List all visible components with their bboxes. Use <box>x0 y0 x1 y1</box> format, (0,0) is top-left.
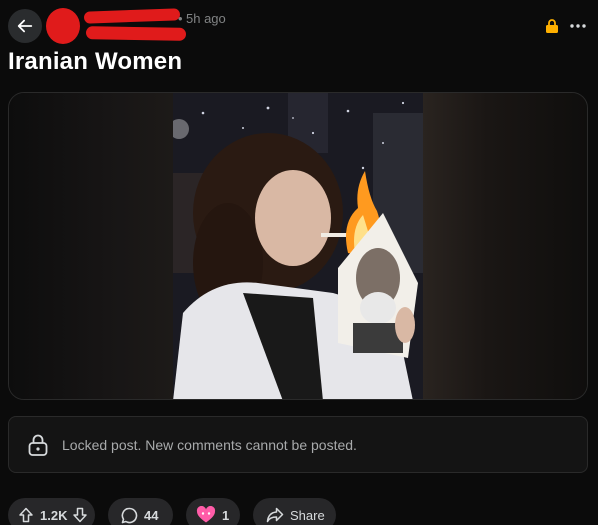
vote-control: 1.2K <box>8 498 95 525</box>
post-action-bar: 1.2K 44 1 Share <box>8 498 588 525</box>
more-horizontal-icon <box>570 24 586 28</box>
upvote-icon[interactable] <box>18 507 34 523</box>
share-icon <box>266 507 284 523</box>
share-label: Share <box>290 508 325 523</box>
locked-post-notice: Locked post. New comments cannot be post… <box>8 416 588 473</box>
post-header: • 5h ago <box>0 0 598 46</box>
vote-count: 1.2K <box>40 508 68 523</box>
post-image-illustration <box>173 93 423 399</box>
award-heart-icon <box>196 506 216 523</box>
award-button[interactable]: 1 <box>186 498 240 525</box>
media-blur-backdrop-right <box>421 93 587 399</box>
locked-notice-text: Locked post. New comments cannot be post… <box>62 437 357 453</box>
more-options-button[interactable] <box>566 14 590 38</box>
post-image[interactable] <box>173 93 423 399</box>
lock-icon <box>28 434 48 456</box>
post-timestamp: 5h ago <box>186 11 226 26</box>
redacted-avatar <box>46 8 80 44</box>
lock-icon <box>546 19 558 33</box>
post-media[interactable] <box>8 92 588 400</box>
redacted-community-name <box>83 8 181 24</box>
arrow-left-icon <box>17 19 33 33</box>
redacted-username <box>85 26 187 41</box>
comment-icon <box>121 507 138 524</box>
downvote-icon[interactable] <box>72 507 88 523</box>
meta-separator: • <box>178 11 183 26</box>
back-button[interactable] <box>8 9 42 43</box>
media-blur-backdrop-left <box>9 93 173 399</box>
award-count: 1 <box>222 508 230 523</box>
comment-count: 44 <box>144 508 159 523</box>
comments-button[interactable]: 44 <box>108 498 173 525</box>
share-button[interactable]: Share <box>253 498 336 525</box>
post-title: Iranian Women <box>8 48 183 75</box>
